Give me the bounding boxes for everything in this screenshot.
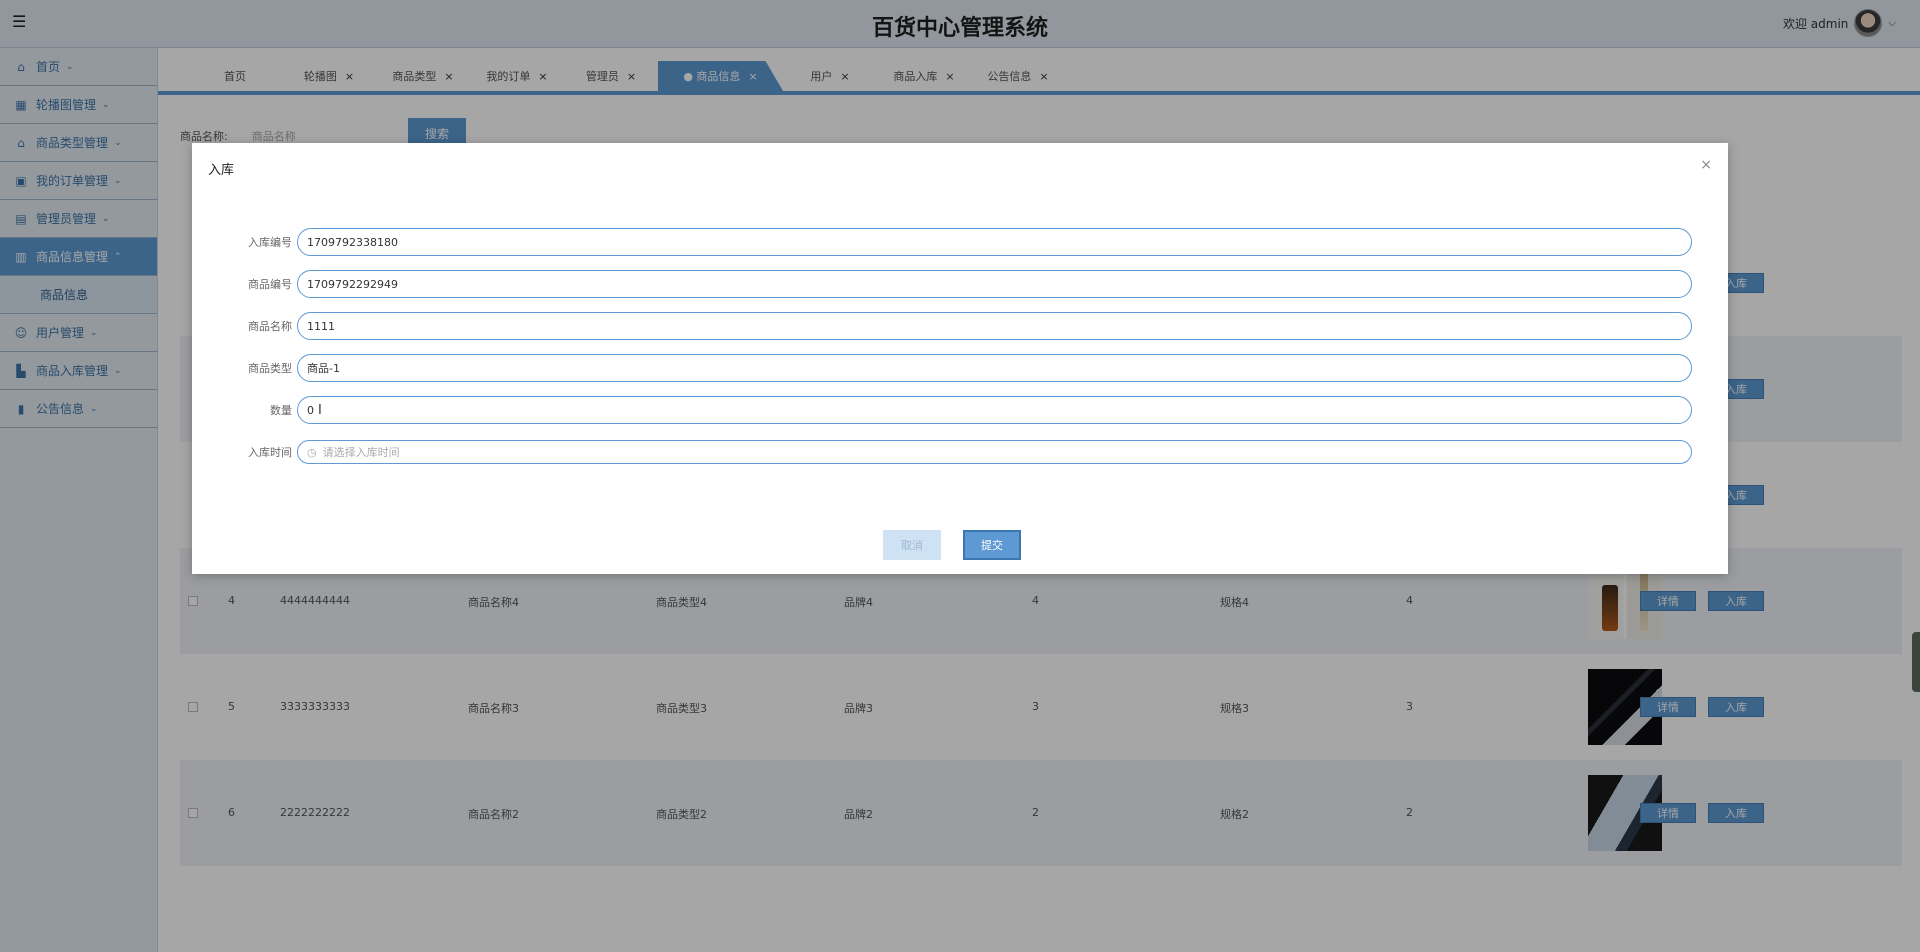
product-type-field[interactable]: 商品-1 [297,354,1692,382]
text-cursor-icon: I [318,402,322,418]
field-label: 商品类型 [248,362,292,375]
cancel-button[interactable]: 取消 [883,530,941,560]
close-icon[interactable]: × [1700,157,1712,173]
field-label: 入库编号 [248,236,292,249]
stock-in-number-field[interactable]: 1709792338180 [297,228,1692,256]
field-label: 商品编号 [248,278,292,291]
dialog-title: 入库 [208,163,235,178]
stock-in-time-picker[interactable]: ◷ 请选择入库时间 [297,440,1692,464]
field-value: 0 [307,403,314,417]
product-name-field[interactable]: 1111 [297,312,1692,340]
field-label: 入库时间 [248,446,292,459]
field-placeholder: 请选择入库时间 [322,446,400,459]
field-value: 商品-1 [307,362,340,375]
stock-in-dialog: 入库 × 入库编号 1709792338180 商品编号 17097922929… [192,143,1728,574]
quantity-field[interactable]: 0I [297,396,1692,424]
field-value: 1111 [307,319,335,333]
clock-icon: ◷ [307,445,317,459]
field-label: 商品名称 [248,320,292,333]
form-row: 商品类型 商品-1 [192,354,1728,382]
form-row: 入库编号 1709792338180 [192,228,1728,256]
field-value: 1709792292949 [307,277,398,291]
field-value: 1709792338180 [307,235,398,249]
product-number-field[interactable]: 1709792292949 [297,270,1692,298]
form-row: 数量 0I [192,396,1728,424]
form-row: 商品编号 1709792292949 [192,270,1728,298]
field-label: 数量 [270,404,292,417]
form-row: 入库时间 ◷ 请选择入库时间 [192,438,1728,466]
form-row: 商品名称 1111 [192,312,1728,340]
submit-button[interactable]: 提交 [963,530,1021,560]
